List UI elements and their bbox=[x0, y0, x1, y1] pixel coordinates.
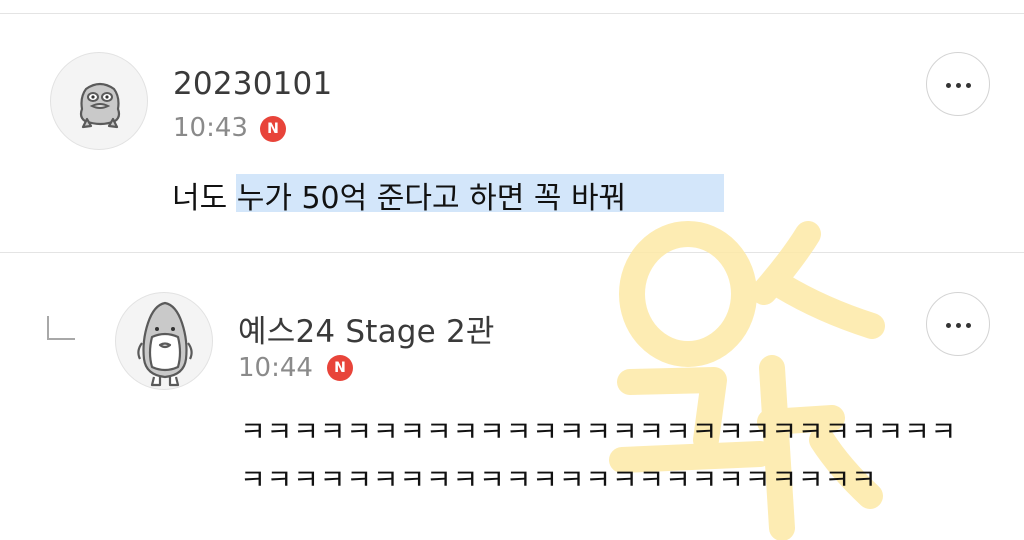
reply-text-line: ㅋㅋㅋㅋㅋㅋㅋㅋㅋㅋㅋㅋㅋㅋㅋㅋㅋㅋㅋㅋㅋㅋㅋㅋ bbox=[240, 463, 878, 496]
duck-character-icon[interactable] bbox=[50, 52, 148, 150]
more-options-button[interactable] bbox=[926, 292, 990, 356]
reply-author[interactable]: 예스24 Stage 2관 bbox=[238, 306, 495, 351]
comment-thread: 20230101 10:43 N 너도 누가 50억 준다고 하면 꼭 바꿔 예… bbox=[0, 0, 1024, 540]
more-dot bbox=[966, 83, 971, 88]
penguin-character-icon[interactable] bbox=[115, 292, 213, 390]
comment-text: 너도 누가 50억 준다고 하면 꼭 바꿔 bbox=[172, 181, 627, 216]
more-horizontal-icon bbox=[946, 323, 951, 328]
top-divider bbox=[0, 13, 1024, 14]
comment-author[interactable]: 20230101 bbox=[173, 66, 332, 102]
comment-time: 10:43 bbox=[173, 113, 248, 143]
new-badge: N bbox=[260, 116, 286, 142]
more-dot bbox=[966, 323, 971, 328]
more-horizontal-icon bbox=[946, 83, 951, 88]
comment-divider bbox=[0, 252, 1024, 253]
more-dot bbox=[956, 83, 961, 88]
more-options-button[interactable] bbox=[926, 52, 990, 116]
reply-text-line: ㅋㅋㅋㅋㅋㅋㅋㅋㅋㅋㅋㅋㅋㅋㅋㅋㅋㅋㅋㅋㅋㅋㅋㅋㅋㅋㅋ bbox=[240, 415, 958, 448]
reply-arrow-icon bbox=[47, 316, 75, 340]
new-badge: N bbox=[327, 355, 353, 381]
reply-time: 10:44 bbox=[238, 353, 313, 383]
more-dot bbox=[956, 323, 961, 328]
